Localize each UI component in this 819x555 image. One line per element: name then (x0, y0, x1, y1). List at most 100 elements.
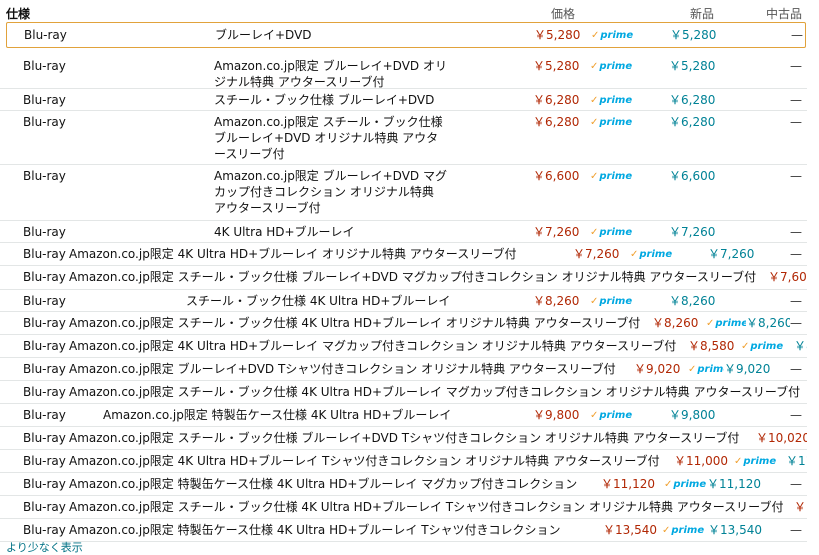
format-label: Blu-ray (23, 115, 66, 129)
price: ￥8,260 (648, 315, 699, 331)
prime-check-icon: ✓ (590, 410, 599, 421)
new-price[interactable]: ￥11,120 (707, 476, 761, 492)
format-label: Blu-ray (23, 225, 66, 239)
prime-badge: ✓prime (590, 294, 633, 310)
used-price: — (790, 168, 802, 184)
used-price: — (790, 114, 802, 130)
edition-title: Amazon.co.jp限定 スチール・ブック仕様 4K Ultra HD+ブル… (69, 385, 801, 399)
used-price: — (790, 407, 802, 423)
format-row[interactable]: Blu-ray Amazon.co.jp限定 4K Ultra HD+ブルーレイ … (0, 334, 807, 358)
edition-title: スチール・ブック仕様 ブルーレイ+DVD (214, 93, 435, 107)
format-label: Blu-ray (23, 247, 66, 261)
prime-label: prime (599, 296, 633, 307)
format-row[interactable]: Blu-ray Amazon.co.jp限定 スチール・ブック仕様 4K Ultr… (0, 311, 807, 335)
edition-title: Amazon.co.jp限定 特製缶ケース仕様 4K Ultra HD+ブルーレ… (69, 477, 578, 491)
format-label: Blu-ray (23, 169, 66, 183)
prime-label: prime (599, 117, 633, 128)
price: ￥10,020 (752, 430, 807, 446)
format-label: Blu-ray (23, 431, 66, 445)
format-label: Blu-ray (23, 362, 66, 376)
prime-label: prime (599, 61, 633, 72)
prime-check-icon: ✓ (706, 318, 715, 329)
new-price[interactable]: ￥7,260 (708, 246, 755, 262)
format-row[interactable]: Blu-ray Amazon.co.jp限定 スチール・ブック仕様 4K Ultr… (0, 380, 807, 404)
edition-title: Amazon.co.jp限定 スチール・ブック仕様 ブルーレイ+DVD Tシャツ… (69, 431, 740, 445)
format-row[interactable]: Blu-ray ブルーレイ+DVD ￥5,280 ✓prime ￥5,280 — (6, 22, 806, 48)
price: ￥6,280 (529, 92, 580, 108)
new-price[interactable]: ￥6,600 (669, 168, 716, 184)
format-row[interactable]: Blu-ray Amazon.co.jp限定 4K Ultra HD+ブルーレイ … (0, 242, 807, 266)
used-price: — (790, 58, 802, 74)
price: ￥13,540 (599, 522, 657, 538)
new-price[interactable]: ￥6,280 (669, 114, 716, 130)
format-row[interactable]: Blu-ray Amazon.co.jp限定 スチール・ブック仕様 ブルーレイ+D… (0, 110, 807, 165)
new-price[interactable]: ￥9,800 (669, 407, 716, 423)
prime-label: prime (599, 95, 633, 106)
used-price: — (790, 224, 802, 240)
new-price[interactable]: ￥6,280 (669, 92, 716, 108)
format-table: Blu-ray ブルーレイ+DVD ￥5,280 ✓prime ￥5,280— Blu-r… (0, 0, 819, 546)
new-price[interactable]: ￥8,260 (669, 293, 716, 309)
format-row[interactable]: Blu-ray Amazon.co.jp限定 特製缶ケース仕様 4K Ultra … (0, 472, 807, 496)
new-price[interactable]: ￥8,260 (746, 315, 793, 331)
prime-check-icon: ✓ (590, 61, 599, 72)
new-price[interactable]: ￥13,540 (708, 522, 762, 538)
format-label: Blu-ray (23, 93, 66, 107)
prime-check-icon: ✓ (590, 296, 599, 307)
edition-title: ブルーレイ+DVD (215, 28, 312, 42)
new-price[interactable]: ￥5,280 (669, 58, 716, 74)
new-price[interactable]: ￥7,260 (669, 224, 716, 240)
prime-badge: ✓prime (741, 339, 784, 355)
prime-check-icon: ✓ (590, 95, 599, 106)
edition-title: Amazon.co.jp限定 ブルーレイ+DVD マグ カップ付きコレクション … (214, 169, 447, 215)
edition-title: Amazon.co.jp限定 4K Ultra HD+ブルーレイ オリジナル特典… (69, 247, 517, 261)
format-row[interactable]: Blu-ray Amazon.co.jp限定 スチール・ブック仕様 ブルーレイ+D… (0, 265, 807, 290)
new-price[interactable]: ￥8, (794, 338, 807, 354)
edition-title: Amazon.co.jp限定 特製缶ケース仕様 4K Ultra HD+ブルーレ… (69, 523, 561, 537)
show-less-link[interactable]: より少なく表示 (6, 539, 83, 555)
prime-badge: ✓prime (590, 408, 633, 424)
price: ￥1 (790, 499, 807, 515)
format-row[interactable]: Blu-ray Amazon.co.jp限定 ブルーレイ+DVD マグ カップ付き… (0, 164, 807, 221)
edition-title: スチール・ブック仕様 4K Ultra HD+ブルーレイ (186, 294, 451, 308)
format-label: Blu-ray (23, 523, 66, 537)
format-row[interactable]: Blu-ray Amazon.co.jp限定 スチール・ブック仕様 ブルーレイ+D… (0, 426, 807, 450)
new-price[interactable]: ￥11,0 (786, 453, 807, 469)
prime-label: prime (599, 227, 633, 238)
format-row[interactable]: Blu-ray Amazon.co.jp限定 ブルーレイ+DVD Tシャツ付きコレ… (0, 357, 807, 381)
format-row[interactable]: Blu-ray スチール・ブック仕様 ブルーレイ+DVD ￥6,280 ✓prime ￥… (0, 88, 807, 111)
format-label: Blu-ray (23, 294, 66, 308)
prime-badge: ✓prime (630, 247, 673, 263)
prime-check-icon: ✓ (630, 249, 639, 260)
prime-label: prime (671, 525, 705, 536)
prime-badge: ✓prime (591, 28, 634, 44)
format-row[interactable]: Blu-ray Amazon.co.jp限定 特製缶ケース仕様 4K Ultra … (0, 518, 807, 542)
new-price[interactable]: ￥5,280 (670, 27, 717, 43)
format-row[interactable]: Blu-ray Amazon.co.jp限定 特製缶ケース仕様 4K Ultra … (0, 403, 807, 427)
price: ￥7,260 (569, 246, 620, 262)
edition-title: Amazon.co.jp限定 ブルーレイ+DVD Tシャツ付きコレクション オリ… (69, 362, 616, 376)
prime-badge: ✓prime (590, 225, 633, 241)
format-row[interactable]: Blu-ray Amazon.co.jp限定 ブルーレイ+DVD オリ ジナル特典… (0, 48, 807, 89)
prime-label: prime (599, 171, 633, 182)
edition-title: 4K Ultra HD+ブルーレイ (214, 225, 355, 239)
format-label: Blu-ray (24, 28, 67, 42)
edition-title: Amazon.co.jp限定 スチール・ブック仕様 ブルーレイ+DVD オリジナ… (214, 115, 443, 161)
edition-title: Amazon.co.jp限定 4K Ultra HD+ブルーレイ マグカップ付き… (69, 339, 677, 353)
used-price: — (790, 293, 802, 309)
edition-title: Amazon.co.jp限定 スチール・ブック仕様 4K Ultra HD+ブル… (69, 500, 784, 514)
used-price: — (790, 522, 802, 538)
prime-badge: ✓prime (590, 93, 633, 109)
prime-label: prime (673, 479, 707, 490)
format-row[interactable]: Blu-ray Amazon.co.jp限定 4K Ultra HD+ブルーレイ … (0, 449, 807, 473)
new-price[interactable]: ￥9,020 (724, 361, 771, 377)
prime-check-icon: ✓ (662, 525, 671, 536)
format-row[interactable]: Blu-ray 4K Ultra HD+ブルーレイ ￥7,260 ✓prime ￥7,2… (0, 220, 807, 243)
format-row[interactable]: Blu-ray Amazon.co.jp限定 スチール・ブック仕様 4K Ultr… (0, 495, 807, 519)
prime-label: prime (600, 30, 634, 41)
format-row[interactable]: Blu-ray スチール・ブック仕様 4K Ultra HD+ブルーレイ ￥8,26… (0, 289, 807, 312)
edition-title: Amazon.co.jp限定 ブルーレイ+DVD オリ ジナル特典 アウタースリ… (214, 59, 447, 89)
format-label: Blu-ray (23, 500, 66, 514)
price: ￥11,000 (670, 453, 728, 469)
price: ￥5,280 (529, 58, 580, 74)
